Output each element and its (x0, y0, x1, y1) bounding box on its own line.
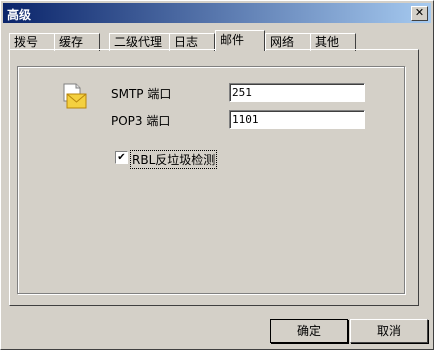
close-icon: ✕ (414, 6, 425, 19)
advanced-dialog: 高级 ✕ 拨号 缓存 二级代理 日志 邮件 网络 其他 SMTP 端口 POP3… (0, 0, 434, 350)
rbl-checkbox-label[interactable]: RBL反垃圾检测 (130, 150, 218, 169)
pop3-port-label: POP3 端口 (111, 114, 171, 128)
pop3-port-field[interactable] (229, 110, 365, 129)
mail-envelope-icon (61, 83, 87, 111)
close-button[interactable]: ✕ (411, 6, 428, 21)
title-bar[interactable]: 高级 ✕ (3, 3, 431, 23)
pop3-port-input[interactable] (230, 111, 362, 128)
smtp-port-field[interactable] (229, 83, 365, 102)
smtp-port-input[interactable] (230, 84, 362, 101)
smtp-port-label: SMTP 端口 (111, 87, 172, 101)
checkmark-icon: ✔ (117, 152, 126, 163)
rbl-checkbox[interactable]: ✔ (115, 151, 128, 164)
dialog-title: 高级 (7, 8, 32, 22)
cancel-button[interactable]: 取消 (350, 319, 428, 343)
ok-button[interactable]: 确定 (270, 319, 348, 343)
tab-mail[interactable]: 邮件 (215, 30, 265, 51)
